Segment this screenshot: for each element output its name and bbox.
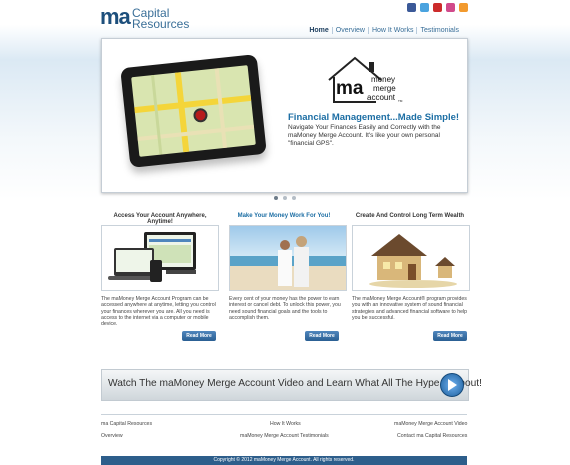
logo-line-2: Resources [132,17,190,31]
column-2-read-more-button[interactable]: Read More [305,331,339,341]
hero-headline: Financial Management...Made Simple! [288,112,460,123]
beach-couple-image [229,225,347,291]
slider-dot-3[interactable] [292,196,296,200]
footer-link-ma-capital[interactable]: ma Capital Resources [101,421,152,427]
house-image [352,225,470,291]
column-2-heading: Make Your Money Work For You! [237,213,331,219]
copyright-bar: Copyright © 2012 maMoney Merge Account. … [101,456,467,465]
gps-tablet-image [120,54,267,168]
devices-image [101,225,219,291]
slider-dot-1[interactable] [274,196,278,200]
nav-overview[interactable]: Overview [331,27,368,34]
hero-body: Navigate Your Finances Easily and Correc… [288,124,441,147]
house-logo-text-1: money [371,75,396,84]
footer-divider [101,414,467,415]
footer-link-contact[interactable]: Contact ma Capital Resources [397,433,467,439]
map-pin-icon [192,107,209,123]
video-banner[interactable]: Watch The maMoney Merge Account Video an… [101,369,482,401]
column-3-text: The maMoney Merge Account® program provi… [352,296,468,321]
column-1-text: The maMoney Merge Account Program can be… [101,296,216,328]
money-merge-account-logo: ma money merge account TM [325,52,403,110]
footer-link-video[interactable]: maMoney Merge Account Video [394,421,467,427]
nav-how-it-works[interactable]: How It Works [367,27,417,34]
main-nav: Home Overview How It Works Testimonials [306,27,462,34]
facebook-icon[interactable] [407,3,416,12]
column-2-text: Every cent of your money has the power t… [229,296,341,321]
column-1-heading: Access Your Account Anywhere, Anytime! [113,213,207,225]
flickr-icon[interactable] [446,3,455,12]
hero-slide: ma money merge account TM Financial Mana… [101,38,468,193]
house-logo-mark: ma [336,78,364,99]
footer-link-testimonials[interactable]: maMoney Merge Account Testimonials [240,433,329,439]
rss-icon[interactable] [459,3,468,12]
arrow-right-icon[interactable] [440,373,464,397]
video-banner-text: Watch The maMoney Merge Account Video an… [108,378,482,389]
house-logo-text-3: account [367,93,396,102]
house-logo-tm: TM [398,99,403,103]
nav-home[interactable]: Home [306,27,331,34]
footer-link-overview[interactable]: Overview [101,433,123,439]
house-logo-text-2: merge [373,84,396,93]
column-3-read-more-button[interactable]: Read More [433,331,467,341]
twitter-icon[interactable] [420,3,429,12]
slider-dots [274,196,296,200]
nav-testimonials[interactable]: Testimonials [416,27,462,34]
social-links [407,3,468,12]
column-3-heading: Create And Control Long Term Wealth [355,213,465,219]
youtube-icon[interactable] [433,3,442,12]
slider-dot-2[interactable] [283,196,287,200]
footer-link-how-it-works[interactable]: How It Works [270,421,301,427]
logo-mark: ma [100,4,131,29]
column-1-read-more-button[interactable]: Read More [182,331,216,341]
